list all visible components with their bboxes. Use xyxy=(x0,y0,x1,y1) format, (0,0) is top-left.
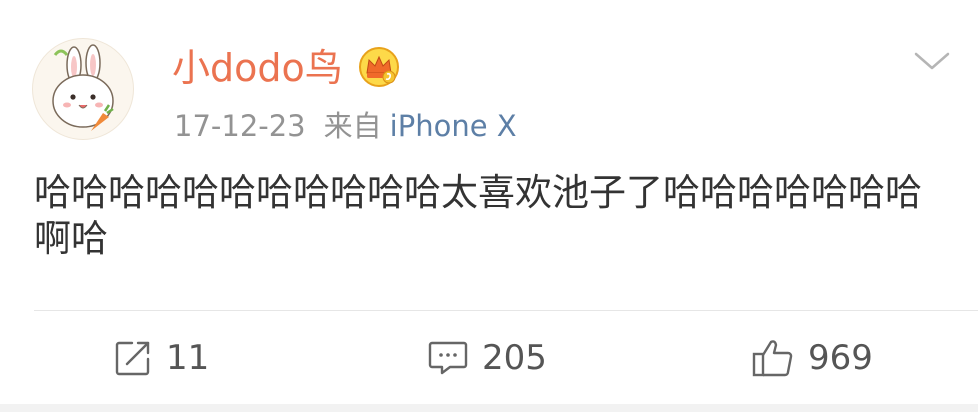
divider xyxy=(34,310,978,311)
action-bar: 11 205 969 xyxy=(0,312,978,404)
repost-count: 11 xyxy=(166,338,210,378)
username[interactable]: 小dodo鸟 xyxy=(172,44,343,92)
post-meta: 17-12-23 来自 iPhone X xyxy=(174,106,517,146)
comment-button[interactable]: 205 xyxy=(428,336,547,380)
comment-icon xyxy=(428,341,468,375)
post-text: 哈哈哈哈哈哈哈哈哈哈哈太喜欢池子了哈哈哈哈哈哈哈啊哈 xyxy=(34,171,922,260)
like-count: 969 xyxy=(808,338,873,378)
avatar[interactable] xyxy=(32,38,134,140)
post-device-link[interactable]: iPhone X xyxy=(390,109,517,143)
post-date: 17-12-23 xyxy=(174,109,306,143)
repost-icon xyxy=(115,341,150,376)
repost-button[interactable]: 11 xyxy=(114,336,209,380)
rabbit-avatar-icon xyxy=(52,44,114,131)
weibo-post-card: 小dodo鸟 17-12-23 来自 iPhone X 哈哈哈哈哈哈哈哈哈哈哈太喜欢… xyxy=(0,0,978,412)
post-source-label: 来自 xyxy=(323,109,382,143)
thumbs-up-icon xyxy=(752,340,793,377)
like-button[interactable]: 969 xyxy=(752,336,873,380)
card-bottom-separator xyxy=(0,404,978,412)
comment-count: 205 xyxy=(482,338,547,378)
vip-crown-badge-icon[interactable] xyxy=(358,46,400,88)
chevron-down-icon[interactable] xyxy=(912,46,952,76)
